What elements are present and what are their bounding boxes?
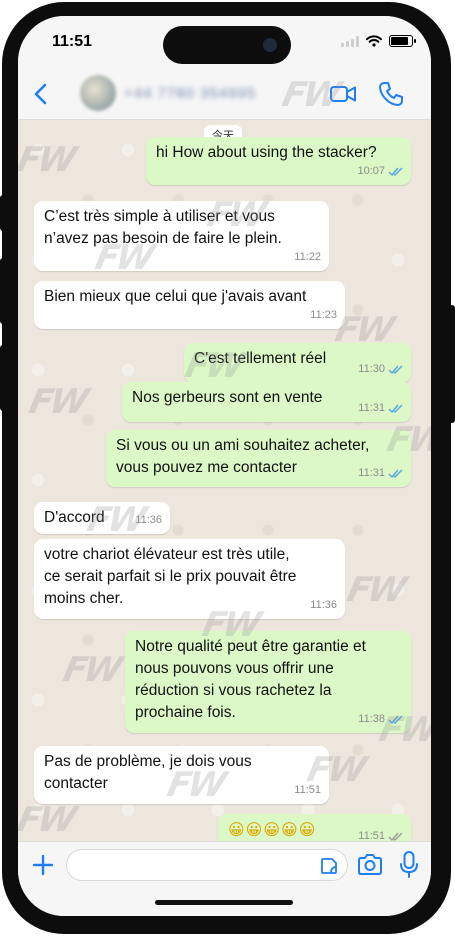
side-button	[0, 195, 6, 231]
microphone-icon[interactable]	[398, 850, 420, 880]
double-check-icon	[388, 469, 403, 478]
side-button	[0, 258, 6, 324]
wifi-icon	[366, 35, 382, 47]
status-time: 11:51	[52, 33, 93, 50]
watermark: FW	[18, 800, 77, 840]
message-bubble-incoming[interactable]: Bien mieux que celui que j'avais avant 1…	[34, 281, 345, 329]
side-button	[449, 305, 455, 423]
home-indicator	[155, 900, 293, 905]
plus-icon[interactable]	[30, 852, 56, 878]
message-bubble-outgoing[interactable]: hi How about using the stacker? 10:07	[146, 137, 411, 185]
camera-icon[interactable]	[356, 852, 384, 878]
double-check-icon	[388, 365, 403, 374]
message-time: 11:31	[358, 467, 385, 479]
watermark: FW	[25, 382, 89, 422]
message-input[interactable]	[66, 849, 348, 881]
message-text: Pas de problème, je dois vous contacter	[44, 753, 252, 792]
message-time: 11:36	[310, 599, 337, 611]
message-bubble-outgoing[interactable]: Si vous ou un ami souhaitez acheter, vou…	[106, 430, 411, 487]
message-bubble-outgoing[interactable]: Nos gerbeurs sont en vente 11:31	[122, 382, 411, 422]
watermark: FW	[59, 650, 123, 690]
signal-icon	[341, 35, 359, 47]
message-time: 11:23	[310, 309, 337, 321]
back-chevron-icon[interactable]	[28, 80, 56, 108]
double-check-icon	[388, 167, 403, 176]
message-time: 11:31	[358, 402, 385, 414]
message-bubble-incoming[interactable]: votre chariot élévateur est très utile, …	[34, 539, 345, 619]
message-bubble-incoming[interactable]: D'accord 11:36	[34, 502, 170, 534]
message-bubble-incoming[interactable]: Pas de problème, je dois vous contacter …	[34, 746, 329, 804]
input-bar	[18, 841, 431, 916]
message-text: Bien mieux que celui que j'avais avant	[44, 288, 307, 305]
phone-call-icon[interactable]	[376, 79, 406, 109]
watermark: FW	[343, 570, 407, 610]
double-check-icon	[388, 832, 403, 841]
message-time: 11:22	[294, 251, 321, 263]
message-time: 11:38	[358, 713, 385, 725]
message-text: votre chariot élévateur est très utile, …	[44, 546, 297, 607]
message-time: 11:30	[358, 363, 385, 375]
status-bar: 11:51	[18, 16, 431, 68]
side-button	[0, 345, 6, 411]
message-text: C’est très simple à utiliser et vous n’a…	[44, 208, 282, 247]
message-bubble-incoming[interactable]: C’est très simple à utiliser et vous n’a…	[34, 201, 329, 271]
front-camera	[263, 38, 277, 52]
chat-area[interactable]: 今天 hi How about using the stacker? 10:07…	[18, 75, 431, 850]
dynamic-island	[163, 26, 291, 64]
battery-icon	[389, 35, 416, 47]
message-time: 10:07	[357, 165, 385, 177]
phone-screen: 11:51 +44 7780 354995 今天 hi How about us…	[18, 16, 431, 916]
double-check-icon	[388, 404, 403, 413]
watermark: FW	[18, 140, 77, 180]
message-time: 11:36	[135, 514, 162, 526]
message-bubble-outgoing[interactable]: C'est tellement réel 11:30	[184, 343, 411, 383]
contact-avatar[interactable]	[80, 75, 116, 111]
double-check-icon	[388, 715, 403, 724]
status-icons	[341, 35, 416, 47]
message-time: 11:51	[294, 784, 321, 796]
video-call-icon[interactable]	[328, 79, 358, 109]
message-bubble-outgoing[interactable]: Notre qualité peut être garantie et nous…	[125, 631, 411, 733]
sticker-icon[interactable]	[319, 856, 339, 876]
chat-header: +44 7780 354995	[18, 68, 431, 120]
contact-name[interactable]: +44 7780 354995	[124, 85, 256, 102]
